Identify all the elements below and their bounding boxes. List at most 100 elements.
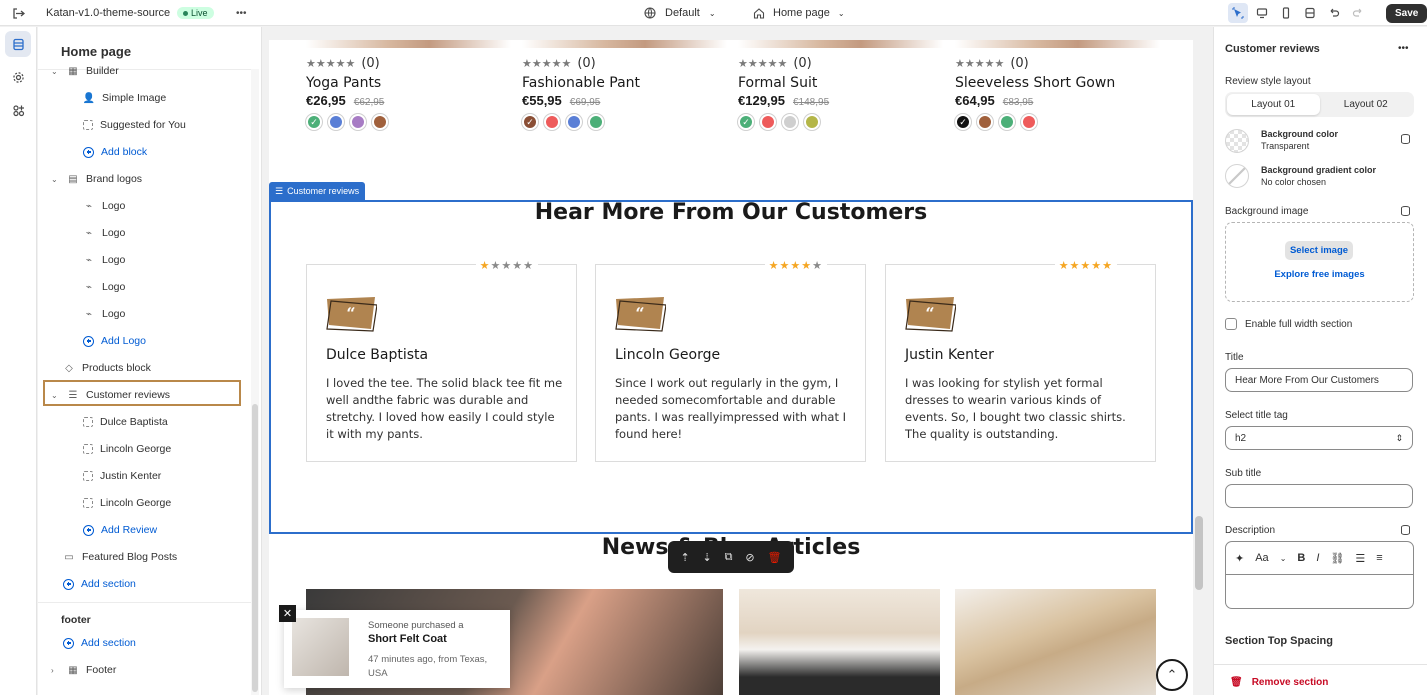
tree-item-featured-blog[interactable]: ▭ Featured Blog Posts (63, 546, 177, 568)
product-name[interactable]: Sleeveless Short Gown (955, 75, 1160, 91)
color-swatch[interactable]: ✓ (955, 114, 971, 130)
product-image[interactable] (522, 40, 727, 48)
color-swatch[interactable] (328, 114, 344, 130)
remove-section-button[interactable]: 🗑 Remove section (1230, 677, 1328, 688)
product-name[interactable]: Formal Suit (738, 75, 943, 91)
undo-icon[interactable] (1324, 3, 1344, 23)
product-name[interactable]: Fashionable Pant (522, 75, 727, 91)
text-style-icon[interactable]: Aa (1255, 552, 1268, 564)
bg-color-swatch[interactable] (1225, 129, 1249, 153)
duplicate-icon[interactable]: ⧉ (725, 551, 733, 564)
bold-icon[interactable]: B (1297, 552, 1305, 564)
chevron-down-icon[interactable]: ⌄ (1280, 554, 1287, 563)
more-icon[interactable]: ••• (1398, 43, 1409, 54)
full-width-checkbox[interactable] (1225, 318, 1237, 330)
section-tag[interactable]: ☰ Customer reviews (269, 182, 366, 200)
explore-images-link[interactable]: Explore free images (1226, 269, 1413, 280)
product-image[interactable] (306, 40, 511, 48)
tree-item-review[interactable]: Justin Kenter (83, 465, 161, 487)
color-swatch[interactable] (350, 114, 366, 130)
product-card[interactable]: ★★★★★ (0) Sleeveless Short Gown €64,95 €83… (955, 40, 1160, 130)
color-swatch[interactable] (999, 114, 1015, 130)
add-section-button[interactable]: Add section (63, 632, 136, 654)
numbered-list-icon[interactable]: ≡ (1376, 552, 1382, 564)
gear-icon[interactable] (5, 64, 31, 90)
inspector-icon[interactable] (1228, 3, 1248, 23)
layout-02-option[interactable]: Layout 02 (1320, 94, 1413, 115)
move-down-icon[interactable]: ⇣ (703, 551, 712, 564)
more-icon[interactable]: ••• (236, 0, 247, 26)
database-icon[interactable] (1401, 134, 1410, 144)
tree-item-products-block[interactable]: ◇ Products block (63, 357, 151, 379)
italic-icon[interactable]: I (1316, 552, 1319, 564)
color-swatch[interactable] (372, 114, 388, 130)
color-swatch[interactable] (1021, 114, 1037, 130)
tree-item-review[interactable]: Lincoln George (83, 438, 171, 460)
market-selector[interactable]: Default ⌄ (644, 0, 716, 26)
close-icon[interactable]: ✕ (279, 605, 296, 622)
desktop-icon[interactable] (1252, 3, 1272, 23)
add-block-button[interactable]: Add block (83, 141, 147, 163)
tree-item-review[interactable]: Lincoln George (83, 492, 171, 514)
color-swatch[interactable]: ✓ (738, 114, 754, 130)
layout-01-option[interactable]: Layout 01 (1227, 94, 1320, 115)
product-image[interactable] (955, 40, 1160, 48)
blog-image[interactable] (739, 589, 940, 695)
left-scrollbar[interactable] (251, 69, 259, 695)
bg-gradient-swatch[interactable] (1225, 164, 1249, 188)
database-icon[interactable] (1401, 525, 1410, 535)
add-logo-button[interactable]: Add Logo (83, 330, 146, 352)
select-image-button[interactable]: Select image (1285, 241, 1353, 260)
color-swatch[interactable] (760, 114, 776, 130)
trash-icon[interactable]: 🗑 (768, 551, 782, 564)
hide-icon[interactable]: ⊘ (745, 551, 754, 564)
link-icon[interactable]: ⛓ (1330, 552, 1344, 565)
toast-product[interactable]: Short Felt Coat (368, 633, 447, 645)
move-up-icon[interactable]: ⇡ (680, 551, 689, 564)
scroll-top-button[interactable]: ⌃ (1156, 659, 1188, 691)
tree-item-logo[interactable]: ⌁ Logo (83, 195, 125, 217)
fullscreen-icon[interactable] (1300, 3, 1320, 23)
color-swatch[interactable] (544, 114, 560, 130)
product-card[interactable]: ★★★★★ (0) Fashionable Pant €55,95 €69,95 ✓ (522, 40, 727, 130)
tree-item-builder[interactable]: ⌄ ▦ Builder (51, 60, 119, 82)
color-swatch[interactable]: ✓ (306, 114, 322, 130)
redo-icon[interactable] (1348, 3, 1368, 23)
save-button[interactable]: Save (1386, 3, 1427, 23)
description-editor[interactable]: ✦ Aa ⌄ B I ⛓ ☰ ≡ (1225, 541, 1414, 609)
subtitle-input[interactable] (1225, 484, 1413, 508)
tree-item-suggested[interactable]: Suggested for You (83, 114, 186, 136)
bullet-list-icon[interactable]: ☰ (1355, 552, 1365, 565)
tree-item-simple-image[interactable]: 👤 Simple Image (83, 87, 166, 109)
apps-icon[interactable] (5, 97, 31, 123)
title-tag-select[interactable]: h2 ⇕ (1225, 426, 1413, 450)
title-input[interactable]: Hear More From Our Customers (1225, 368, 1413, 392)
add-review-button[interactable]: Add Review (83, 519, 157, 541)
tree-item-review[interactable]: Dulce Baptista (83, 411, 168, 433)
product-name[interactable]: Yoga Pants (306, 75, 511, 91)
tree-item-customer-reviews[interactable]: ⌄ ☰ Customer reviews (51, 384, 170, 406)
tree-item-logo[interactable]: ⌁ Logo (83, 222, 125, 244)
product-card[interactable]: ★★★★★ (0) Yoga Pants €26,95 €62,95 ✓ (306, 40, 511, 130)
color-swatch[interactable] (566, 114, 582, 130)
blog-image[interactable] (955, 589, 1156, 695)
ai-sparkle-icon[interactable]: ✦ (1235, 552, 1244, 565)
page-selector[interactable]: Home page ⌄ (753, 0, 845, 26)
tree-item-logo[interactable]: ⌁ Logo (83, 249, 125, 271)
color-swatch[interactable]: ✓ (522, 114, 538, 130)
tree-item-brand-logos[interactable]: ⌄ ▤ Brand logos (51, 168, 142, 190)
tree-item-footer[interactable]: › ▦ Footer (51, 659, 116, 681)
exit-icon[interactable] (12, 0, 25, 26)
sections-icon[interactable] (5, 31, 31, 57)
tree-item-logo[interactable]: ⌁ Logo (83, 276, 125, 298)
canvas-scrollbar[interactable] (1193, 40, 1205, 695)
product-image[interactable] (738, 40, 943, 48)
database-icon[interactable] (1401, 206, 1410, 216)
mobile-icon[interactable] (1276, 3, 1296, 23)
color-swatch[interactable] (588, 114, 604, 130)
color-swatch[interactable] (782, 114, 798, 130)
color-swatch[interactable] (977, 114, 993, 130)
product-card[interactable]: ★★★★★ (0) Formal Suit €129,95 €148,95 ✓ (738, 40, 943, 130)
color-swatch[interactable] (804, 114, 820, 130)
tree-item-logo[interactable]: ⌁ Logo (83, 303, 125, 325)
